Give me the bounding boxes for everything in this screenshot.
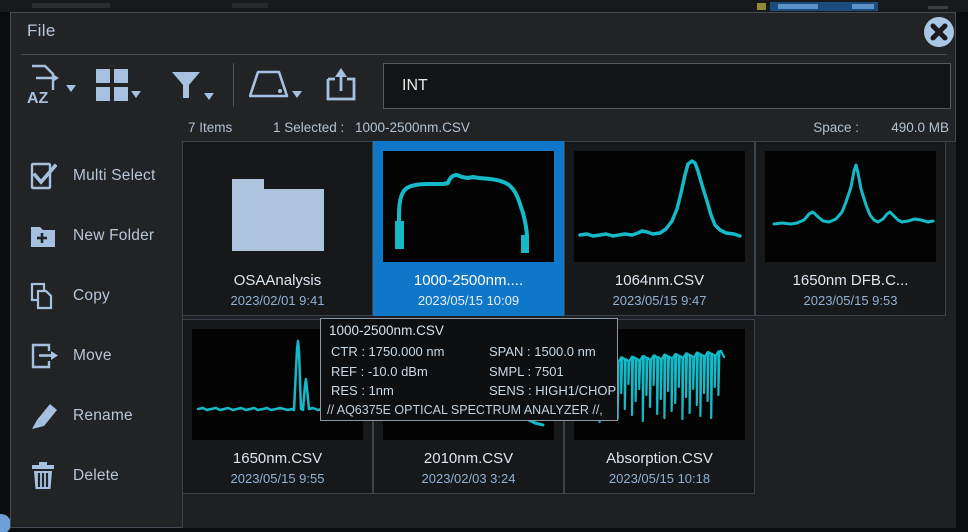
chevron-down-icon bbox=[131, 91, 141, 98]
file-date: 2023/05/15 10:09 bbox=[374, 293, 563, 308]
folder-thumbnail bbox=[183, 152, 372, 272]
sidebar-item-label: Rename bbox=[73, 407, 133, 425]
sidebar-item-label: Delete bbox=[73, 467, 119, 485]
file-name: 1000-2500nm.... bbox=[374, 272, 563, 289]
filter-icon bbox=[171, 71, 201, 106]
file-info-tooltip: 1000-2500nm.CSV CTR : 1750.000 nm SPAN :… bbox=[320, 318, 618, 421]
file-date: 2023/05/15 9:53 bbox=[756, 293, 945, 308]
tooltip-row: CTR : 1750.000 nm SPAN : 1500.0 nm bbox=[321, 344, 619, 363]
file-name: 1650nm DFB.C... bbox=[756, 272, 945, 289]
sidebar-item-new-folder[interactable]: New Folder bbox=[11, 219, 181, 253]
file-name: 2010nm.CSV bbox=[374, 450, 563, 467]
file-date: 2023/05/15 9:55 bbox=[183, 471, 372, 486]
folder-icon bbox=[232, 173, 324, 251]
sort-button[interactable]: AZ bbox=[23, 63, 76, 112]
sidebar-item-label: New Folder bbox=[73, 227, 154, 245]
drive-button[interactable] bbox=[249, 69, 302, 106]
sidebar-item-label: Copy bbox=[73, 287, 110, 305]
file-date: 2023/02/03 3:24 bbox=[374, 471, 563, 486]
rename-icon bbox=[29, 402, 57, 430]
close-button[interactable] bbox=[924, 17, 954, 47]
space-value: 490.0 MB bbox=[891, 120, 949, 135]
copy-icon bbox=[29, 282, 57, 310]
close-icon bbox=[924, 17, 954, 47]
file-dialog: File AZ 7 Items 1 Selected : 1000-2500nm… bbox=[10, 12, 956, 528]
dialog-title: File bbox=[27, 21, 56, 41]
background-warning-icon bbox=[757, 3, 766, 10]
spectrum-thumbnail-broadband bbox=[383, 151, 554, 262]
file-name: 1064nm.CSV bbox=[565, 272, 754, 289]
sidebar-item-label: Move bbox=[73, 347, 112, 365]
spectrum-thumbnail-peak1064 bbox=[574, 151, 745, 262]
selected-file: 1000-2500nm.CSV bbox=[355, 120, 470, 135]
sidebar-item-move[interactable]: Move bbox=[11, 339, 181, 373]
tooltip-param: SENS : HIGH1/CHOP bbox=[489, 383, 616, 398]
selected-label: 1 Selected : bbox=[273, 120, 344, 135]
multi-select-icon bbox=[29, 162, 57, 190]
view-button[interactable] bbox=[96, 69, 141, 106]
drive-icon bbox=[249, 69, 289, 106]
new-folder-icon bbox=[29, 222, 57, 250]
sidebar-item-delete[interactable]: Delete bbox=[11, 459, 181, 493]
file-name: 1650nm.CSV bbox=[183, 450, 372, 467]
tooltip-param: SPAN : 1500.0 nm bbox=[489, 344, 596, 359]
tooltip-param: RES : 1nm bbox=[331, 383, 394, 398]
chevron-down-icon bbox=[292, 91, 302, 98]
space-label: Space : bbox=[813, 120, 859, 135]
items-count: 7 Items bbox=[188, 120, 232, 135]
tooltip-param: CTR : 1750.000 nm bbox=[331, 344, 444, 359]
title-divider bbox=[21, 54, 947, 55]
file-tile-1064nm-csv[interactable]: 1064nm.CSV 2023/05/15 9:47 bbox=[564, 141, 755, 316]
delete-icon bbox=[29, 462, 57, 490]
screen: File AZ 7 Items 1 Selected : 1000-2500nm… bbox=[0, 0, 968, 532]
spectrum-thumbnail-dfb bbox=[765, 151, 936, 262]
file-export-icon bbox=[324, 65, 358, 108]
sort-az-icon: AZ bbox=[23, 63, 63, 112]
file-date: 2023/05/15 10:18 bbox=[565, 471, 754, 486]
toolbar-separator bbox=[233, 63, 234, 107]
file-date: 2023/02/01 9:41 bbox=[183, 293, 372, 308]
background-app-sliver bbox=[0, 0, 968, 12]
svg-text:AZ: AZ bbox=[27, 90, 49, 107]
grid-view-icon bbox=[96, 69, 128, 106]
export-button[interactable] bbox=[324, 65, 358, 108]
tooltip-footer: // AQ6375E OPTICAL SPECTRUM ANALYZER //, bbox=[327, 403, 603, 417]
file-name: OSAAnalysis bbox=[183, 272, 372, 289]
sidebar-item-multi-select[interactable]: Multi Select bbox=[11, 159, 181, 193]
sidebar-item-rename[interactable]: Rename bbox=[11, 399, 181, 433]
status-bar: 7 Items 1 Selected : 1000-2500nm.CSV Spa… bbox=[11, 117, 957, 141]
tooltip-param: REF : -10.0 dBm bbox=[331, 364, 428, 379]
tooltip-row: RES : 1nm SENS : HIGH1/CHOP bbox=[321, 383, 619, 402]
sidebar-item-copy[interactable]: Copy bbox=[11, 279, 181, 313]
chevron-down-icon bbox=[204, 93, 214, 100]
file-tile-1000-2500nm[interactable]: 1000-2500nm.... 2023/05/15 10:09 bbox=[373, 141, 564, 316]
file-tile-1650nm-dfb-c[interactable]: 1650nm DFB.C... 2023/05/15 9:53 bbox=[755, 141, 946, 316]
tooltip-filename: 1000-2500nm.CSV bbox=[329, 323, 444, 338]
file-date: 2023/05/15 9:47 bbox=[565, 293, 754, 308]
filter-button[interactable] bbox=[171, 71, 214, 106]
move-icon bbox=[29, 342, 57, 370]
path-input[interactable] bbox=[383, 63, 951, 109]
sidebar-item-label: Multi Select bbox=[73, 167, 156, 185]
file-tile-osaanalysis[interactable]: OSAAnalysis 2023/02/01 9:41 bbox=[182, 141, 373, 316]
tooltip-param: SMPL : 7501 bbox=[489, 364, 564, 379]
tooltip-row: REF : -10.0 dBm SMPL : 7501 bbox=[321, 364, 619, 383]
file-name: Absorption.CSV bbox=[565, 450, 754, 467]
chevron-down-icon bbox=[66, 85, 76, 92]
